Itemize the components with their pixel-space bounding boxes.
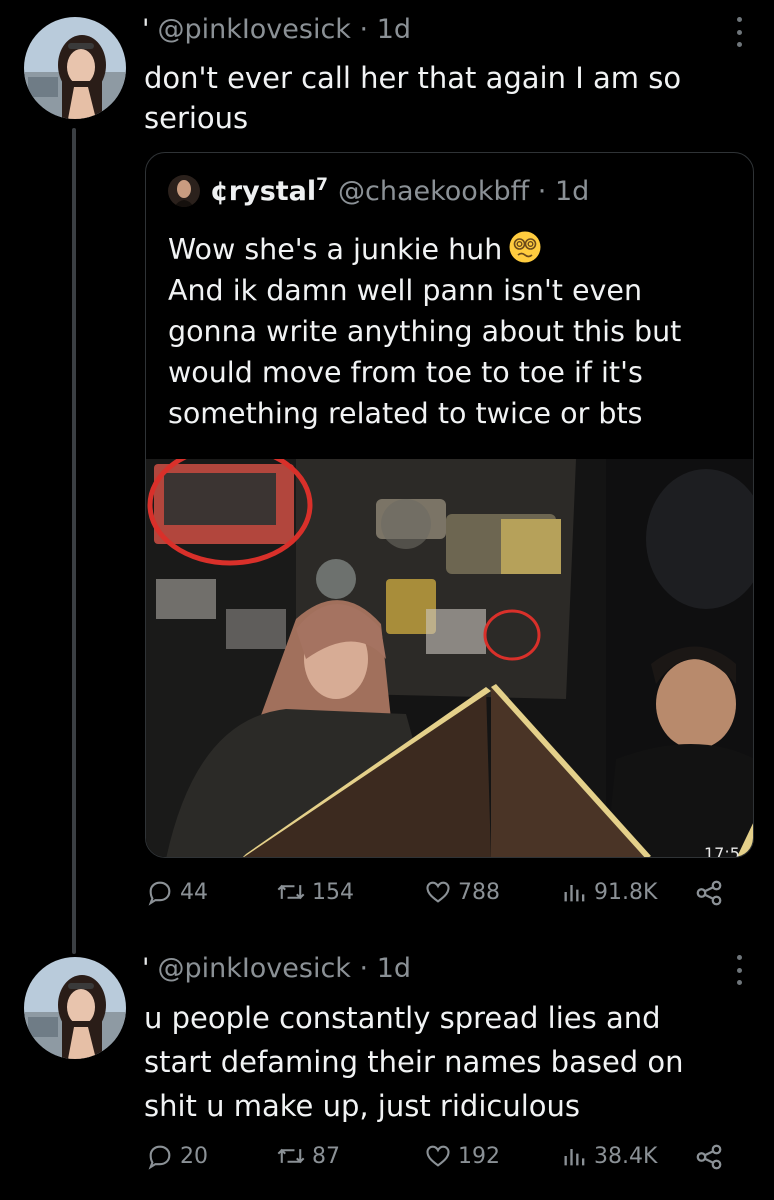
share-button[interactable]	[694, 878, 730, 908]
views-icon	[564, 1149, 585, 1166]
reply-count: 20	[180, 1143, 208, 1169]
views-icon	[564, 885, 585, 902]
quoted-text-line: gonna write anything about this but	[168, 315, 682, 348]
reply-button[interactable]: 20	[146, 1142, 208, 1170]
like-count: 788	[458, 879, 500, 905]
thread-connector-line	[72, 128, 76, 954]
quoted-text-line: And ik damn well pann isn't even	[168, 274, 643, 307]
author-avatar[interactable]	[24, 957, 126, 1059]
like-button[interactable]: 788	[424, 878, 500, 906]
tweet-text: u people constantly spread lies and star…	[144, 996, 684, 1128]
quoted-author-handle: @chaekookbff · 1d	[338, 175, 590, 207]
views-count: 91.8K	[594, 879, 658, 905]
tweet-text-line: don't ever call her that again I am so	[144, 61, 682, 95]
quoted-tweet[interactable]: ¢rystal7 @chaekookbff · 1d Wow she's a j…	[145, 152, 754, 858]
more-icon[interactable]	[734, 17, 744, 47]
author-handle[interactable]: @pinkIovesick	[157, 953, 351, 984]
repost-icon	[277, 884, 305, 900]
like-button[interactable]: 192	[424, 1142, 500, 1170]
reply-button[interactable]: 44	[146, 878, 208, 906]
repost-button[interactable]: 87	[276, 1142, 340, 1170]
views-button[interactable]: 38.4K	[562, 1142, 657, 1170]
tweet-text-line: u people constantly spread lies and	[144, 1001, 661, 1035]
tweet-time[interactable]: 1d	[377, 14, 411, 45]
like-icon	[426, 1145, 450, 1167]
tweet-text-line: serious	[144, 101, 249, 135]
share-icon	[696, 1144, 722, 1170]
views-button[interactable]: 91.8K	[562, 878, 657, 906]
author-handle[interactable]: @pinkIovesick	[157, 14, 351, 45]
photo-timestamp-overlay: 17:5	[704, 844, 740, 858]
reply-count: 44	[180, 879, 208, 905]
tweet-time[interactable]: 1d	[377, 953, 411, 984]
repost-count: 87	[312, 1143, 340, 1169]
tweet-text-line: shit u make up, just ridiculous	[144, 1089, 580, 1123]
tweet-text-line: start defaming their names based on	[144, 1045, 684, 1079]
share-icon	[696, 880, 722, 906]
quoted-text-line: Wow she's a junkie huh	[168, 229, 748, 270]
author-avatar[interactable]	[24, 17, 126, 119]
repost-button[interactable]: 154	[276, 878, 354, 906]
repost-icon	[277, 1148, 305, 1164]
like-count: 192	[458, 1143, 500, 1169]
tweet-text: don't ever call her that again I am so s…	[144, 58, 681, 138]
more-icon[interactable]	[734, 955, 744, 985]
tweet-header: ' @pinkIovesick · 1d	[142, 953, 412, 984]
quoted-author-name: ¢rystal7	[210, 175, 328, 207]
tweet-actions: 20 87 192 38.4K	[142, 1142, 742, 1182]
tweet-header: ' @pinkIovesick · 1d	[142, 14, 412, 45]
reply-icon	[148, 1145, 171, 1170]
share-button[interactable]	[694, 1142, 730, 1172]
quoted-author-avatar	[168, 175, 200, 207]
quoted-text-line: would move from toe to toe if it's	[168, 356, 643, 389]
quoted-tweet-photo[interactable]: 17:5	[146, 459, 754, 858]
like-icon	[426, 881, 450, 903]
dizzy-face-emoji-icon	[509, 231, 541, 263]
quoted-tweet-header: ¢rystal7 @chaekookbff · 1d	[168, 175, 589, 207]
quoted-text-line: something related to twice or bts	[168, 397, 643, 430]
reply-icon	[148, 881, 171, 906]
views-count: 38.4K	[594, 1143, 658, 1169]
repost-count: 154	[312, 879, 354, 905]
quoted-tweet-text: Wow she's a junkie huh And ik damn well …	[168, 229, 748, 434]
tweet-actions: 44 154 788 91.8K	[142, 878, 742, 918]
